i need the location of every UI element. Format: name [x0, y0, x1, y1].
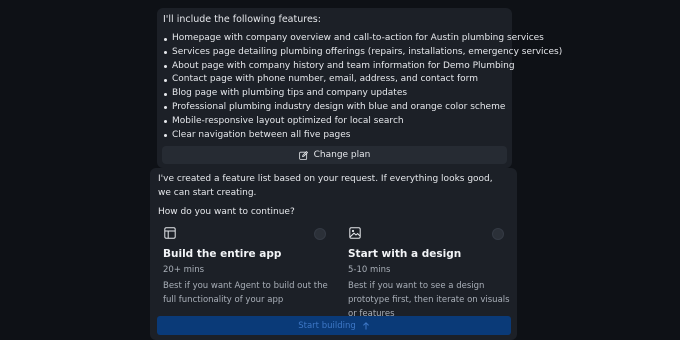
option-title: Build the entire app: [163, 248, 282, 260]
option-description: Best if you want Agent to build out the …: [163, 281, 328, 305]
change-plan-button[interactable]: Change plan: [162, 146, 507, 164]
feature-item: About page with company history and team…: [163, 60, 562, 74]
option-build-entire-app[interactable]: Build the entire app 20+ mins Best if yo…: [155, 223, 328, 308]
feature-item: Professional plumbing industry design wi…: [163, 101, 562, 115]
feature-list: Homepage with company overview and call-…: [163, 32, 562, 142]
continue-card: I've created a feature list based on you…: [150, 168, 517, 340]
arrow-up-icon: [362, 321, 369, 329]
option-title: Start with a design: [348, 248, 462, 260]
plan-intro: I'll include the following features:: [163, 14, 321, 25]
feature-item: Clear navigation between all five pages: [163, 129, 562, 143]
feature-item: Blog page with plumbing tips and company…: [163, 87, 562, 101]
continue-question: How do you want to continue?: [158, 207, 295, 217]
option-start-with-design[interactable]: Start with a design 5-10 mins Best if yo…: [340, 223, 512, 319]
feature-item: Homepage with company overview and call-…: [163, 32, 562, 46]
option-time: 20+ mins: [163, 265, 205, 275]
option-time: 5-10 mins: [348, 265, 391, 275]
start-building-button[interactable]: Start building: [157, 316, 511, 335]
option-radio[interactable]: [492, 228, 504, 240]
feature-plan-card: I'll include the following features: Hom…: [157, 8, 562, 168]
feature-item: Contact page with phone number, email, a…: [163, 73, 562, 87]
image-icon: [349, 227, 361, 239]
feature-item: Mobile-responsive layout optimized for l…: [163, 115, 562, 129]
start-building-label: Start building: [298, 320, 356, 331]
change-plan-label: Change plan: [313, 150, 371, 160]
edit-icon: [298, 150, 308, 160]
layout-icon: [164, 227, 176, 239]
feature-item: Services page detailing plumbing offerin…: [163, 46, 562, 60]
agent-message: I've created a feature list based on you…: [158, 174, 493, 198]
option-description: Best if you want to see a design prototy…: [348, 281, 510, 319]
option-radio[interactable]: [314, 228, 326, 240]
